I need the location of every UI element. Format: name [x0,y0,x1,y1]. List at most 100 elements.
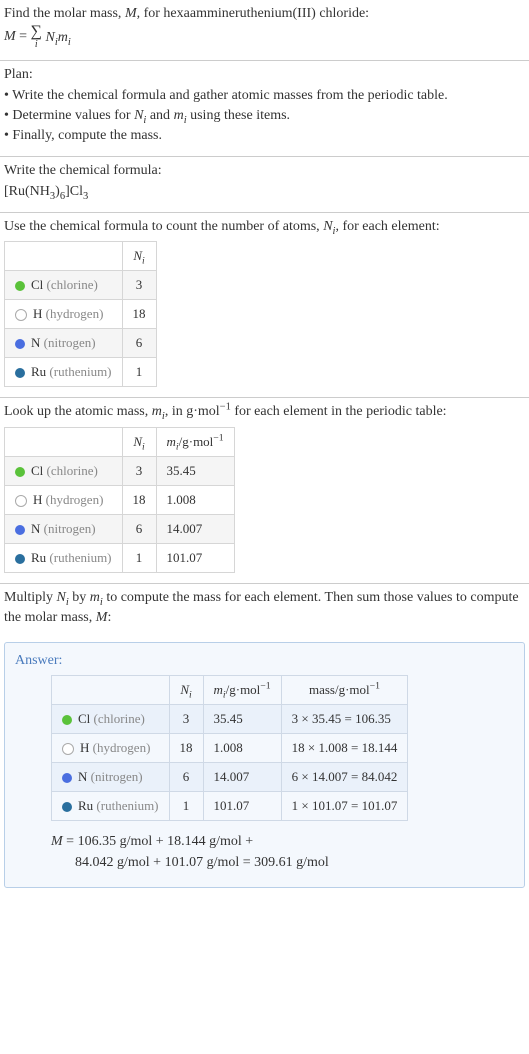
element-name: (ruthenium) [49,550,111,565]
cell-Ni: 3 [122,271,156,300]
var-N: N [133,434,142,449]
element-color-icon [62,743,74,755]
var-N: N [45,30,54,45]
count-table: Ni Cl (chlorine) 3 H (hydrogen) 18 N (ni… [4,241,157,387]
table-row: Cl (chlorine) 3 35.45 [5,456,235,485]
var-m: m [214,682,223,697]
element-symbol: Cl [31,463,43,478]
table-header-row: Ni mi/g·mol−1 [5,427,235,456]
cell-element: Cl (chlorine) [5,271,123,300]
sup-neg1: −1 [213,432,223,443]
answer-table: Ni mi/g·mol−1 mass/g·mol−1 Cl (chlorine)… [51,675,408,821]
cell-element: N (nitrogen) [52,763,170,792]
text: using these items. [187,108,290,123]
sub-i: i [142,441,145,452]
sigma-index: i [35,40,38,50]
cell-Ni: 6 [169,763,203,792]
var-m: m [167,434,176,449]
molar-mass-sum: M = 106.35 g/mol + 18.144 g/mol + 84.042… [51,831,514,873]
table-row: H (hydrogen) 18 [5,300,157,329]
cell-mi: 1.008 [156,485,234,514]
text: Use the chemical formula to count the nu… [4,219,323,234]
var-M: M [125,6,137,21]
col-Ni: Ni [122,427,156,456]
col-element [52,676,170,705]
table-row: Ru (ruthenium) 1 101.07 [5,543,235,572]
element-color-icon [62,715,72,725]
cell-mass: 18 × 1.008 = 18.144 [281,734,408,763]
var-N: N [180,682,189,697]
cell-mi: 101.07 [156,543,234,572]
intro-line: Find the molar mass, M, for hexaammineru… [4,4,525,24]
sub-3: 3 [83,191,88,202]
table-row: H (hydrogen) 18 1.008 18 × 1.008 = 18.14… [52,734,408,763]
text: ]Cl [65,184,83,199]
count-heading: Use the chemical formula to count the nu… [4,217,525,237]
cell-Ni: 1 [122,543,156,572]
table-row: Cl (chlorine) 3 35.45 3 × 35.45 = 106.35 [52,705,408,734]
sigma-icon: ∑i [31,24,42,50]
element-name: (ruthenium) [49,364,111,379]
cell-mass: 1 × 101.07 = 101.07 [281,792,408,821]
element-color-icon [62,802,72,812]
molar-mass-equation: M = ∑i Nimi [4,24,525,50]
cell-Ni: 1 [169,792,203,821]
text: for each element in the periodic table: [231,404,447,419]
element-symbol: Ru [78,798,93,813]
text: and [146,108,173,123]
cell-element: H (hydrogen) [5,300,123,329]
cell-element: H (hydrogen) [52,734,170,763]
answer-label: Answer: [15,653,514,669]
term-Ni: Ni [45,30,57,45]
formula-heading: Write the chemical formula: [4,161,525,181]
cell-Ni: 6 [122,514,156,543]
element-symbol: Cl [78,711,90,726]
element-color-icon [15,525,25,535]
text: [Ru(NH [4,184,50,199]
element-name: (chlorine) [47,463,98,478]
table-header-row: Ni [5,242,157,271]
var-m: m [152,404,162,419]
equals: = [16,30,31,45]
var-m: m [174,108,184,123]
plan-section: Plan: • Write the chemical formula and g… [0,61,529,157]
table-row: Ru (ruthenium) 1 101.07 1 × 101.07 = 101… [52,792,408,821]
text: Multiply [4,590,57,605]
mass-table: Ni mi/g·mol−1 Cl (chlorine) 3 35.45 H (h… [4,427,235,573]
cell-element: H (hydrogen) [5,485,123,514]
col-element [5,427,123,456]
element-name: (hydrogen) [46,492,104,507]
element-color-icon [15,554,25,564]
cell-mi: 1.008 [203,734,281,763]
text: = 106.35 g/mol + 18.144 g/mol + [63,834,254,849]
answer-box: Answer: Ni mi/g·mol−1 mass/g·mol−1 Cl (c… [4,642,525,888]
cell-mi: 14.007 [203,763,281,792]
element-symbol: Ru [31,364,46,379]
cell-mass: 3 × 35.45 = 106.35 [281,705,408,734]
element-name: (nitrogen) [91,769,143,784]
element-symbol: H [33,492,42,507]
text: Look up the atomic mass, [4,404,152,419]
element-name: (chlorine) [94,711,145,726]
element-color-icon [15,495,27,507]
col-Ni: Ni [169,676,203,705]
text: • Determine values for [4,108,134,123]
var-M: M [96,610,108,625]
table-row: Cl (chlorine) 3 [5,271,157,300]
text: Find the molar mass, [4,6,125,21]
element-name: (ruthenium) [96,798,158,813]
element-symbol: H [33,306,42,321]
plan-bullet-1: • Write the chemical formula and gather … [4,86,525,106]
multiply-section: Multiply Ni by mi to compute the mass fo… [0,584,529,639]
sub-i: i [189,690,192,701]
cell-element: Cl (chlorine) [5,456,123,485]
element-name: (nitrogen) [44,335,96,350]
unit: /g·mol [226,682,261,697]
table-row: N (nitrogen) 6 14.007 6 × 14.007 = 84.04… [52,763,408,792]
element-symbol: Ru [31,550,46,565]
cell-Ni: 1 [122,358,156,387]
chemical-formula: [Ru(NH3)6]Cl3 [4,182,525,202]
element-name: (hydrogen) [46,306,104,321]
cell-element: Ru (ruthenium) [52,792,170,821]
cell-element: N (nitrogen) [5,514,123,543]
